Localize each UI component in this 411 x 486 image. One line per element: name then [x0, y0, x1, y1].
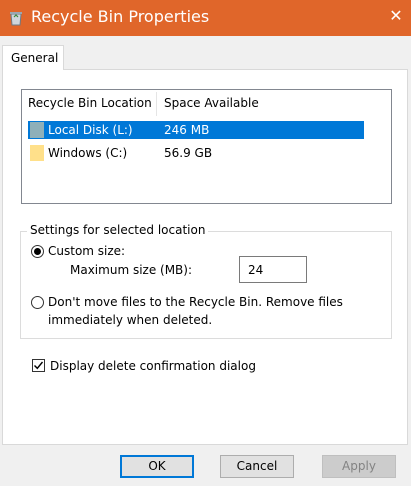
- location-name: Local Disk (L:): [48, 123, 133, 137]
- dont-move-label-line2[interactable]: immediately when deleted.: [48, 313, 212, 327]
- location-row-windows[interactable]: Windows (C:) 56.9 GB: [28, 144, 364, 162]
- confirm-delete-checkbox[interactable]: [32, 359, 45, 372]
- cancel-button[interactable]: Cancel: [220, 455, 294, 478]
- column-separator[interactable]: [156, 92, 157, 116]
- location-space: 246 MB: [164, 123, 210, 137]
- title-bar[interactable]: Recycle Bin Properties ✕: [0, 0, 411, 36]
- apply-button[interactable]: Apply: [322, 455, 396, 478]
- dont-move-radio[interactable]: [31, 296, 44, 309]
- location-row-local-disk[interactable]: Local Disk (L:) 246 MB: [28, 121, 364, 139]
- recycle-bin-icon: [10, 12, 22, 26]
- column-header-location[interactable]: Recycle Bin Location: [28, 96, 152, 110]
- confirm-delete-label[interactable]: Display delete confirmation dialog: [50, 359, 256, 373]
- close-icon[interactable]: ✕: [386, 6, 406, 26]
- custom-size-label[interactable]: Custom size:: [48, 244, 125, 258]
- location-space: 56.9 GB: [164, 146, 213, 160]
- max-size-input[interactable]: [239, 256, 307, 283]
- settings-group-legend: Settings for selected location: [27, 223, 209, 237]
- dont-move-label-line1[interactable]: Don't move files to the Recycle Bin. Rem…: [48, 295, 343, 309]
- column-header-space[interactable]: Space Available: [164, 96, 259, 110]
- location-name: Windows (C:): [48, 146, 128, 160]
- checkmark-icon: [34, 361, 44, 370]
- window-title: Recycle Bin Properties: [31, 7, 210, 26]
- drive-icon: [30, 145, 44, 161]
- max-size-label: Maximum size (MB):: [70, 263, 193, 277]
- ok-button[interactable]: OK: [120, 455, 194, 478]
- custom-size-radio[interactable]: [31, 245, 44, 258]
- tab-general[interactable]: General: [2, 45, 64, 70]
- tab-general-label: General: [11, 51, 59, 65]
- drive-icon: [30, 122, 44, 138]
